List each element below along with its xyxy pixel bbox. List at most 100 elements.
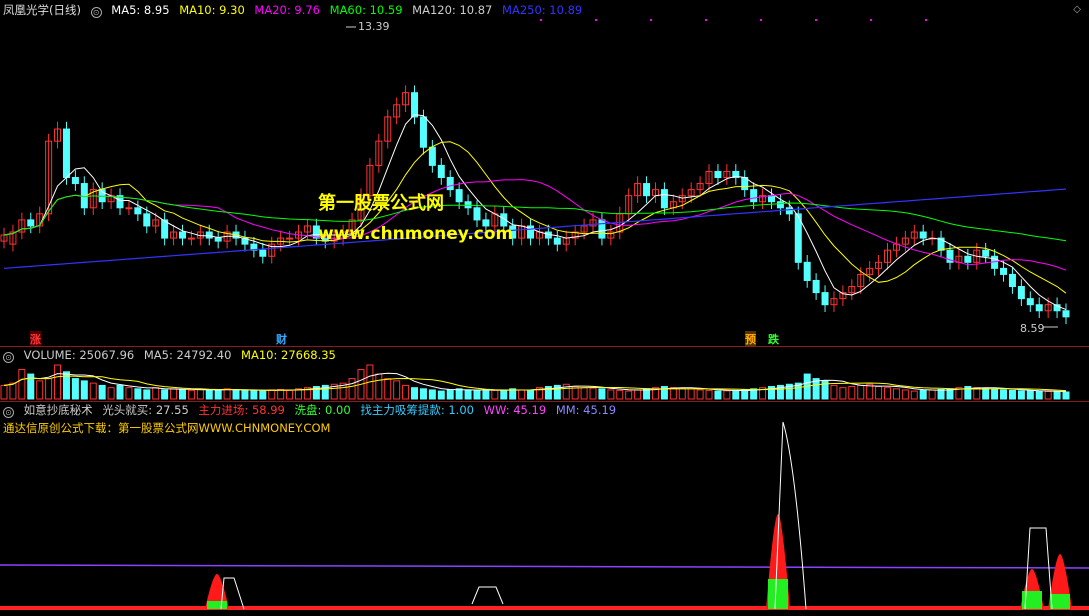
volume-bar bbox=[1017, 390, 1025, 400]
volume-bar bbox=[875, 386, 883, 400]
volume-bar bbox=[375, 373, 383, 400]
volume-bar bbox=[732, 389, 740, 400]
volume-bar bbox=[411, 387, 419, 400]
candle-body bbox=[812, 279, 820, 294]
volume-bar bbox=[866, 383, 874, 400]
candle-body bbox=[643, 183, 651, 197]
volume-bar bbox=[839, 387, 847, 400]
indicator-ww-line bbox=[0, 564, 1089, 569]
indicator-white-line bbox=[471, 586, 504, 605]
volume-bar bbox=[482, 390, 490, 400]
volume-bar bbox=[143, 389, 151, 400]
price-pane[interactable]: 凤凰光学(日线) ⊙ MA5: 8.95 MA10: 9.30 MA20: 9.… bbox=[0, 0, 1089, 347]
volume-bar bbox=[464, 389, 472, 400]
ma10-line bbox=[3, 141, 1067, 294]
volume-bar bbox=[1044, 391, 1052, 400]
signal-dot bbox=[870, 19, 872, 21]
candle-body bbox=[187, 237, 195, 240]
volume-bar bbox=[187, 389, 195, 400]
volume-bar bbox=[80, 380, 88, 400]
candle-body bbox=[62, 128, 70, 179]
candle-body bbox=[411, 92, 419, 118]
volume-bar bbox=[18, 369, 26, 400]
volume-bar bbox=[634, 389, 642, 400]
candle-body bbox=[419, 116, 427, 148]
ma5-line bbox=[3, 113, 1067, 311]
candle-body bbox=[750, 189, 758, 203]
candle-body bbox=[598, 219, 606, 239]
volume-bar bbox=[116, 384, 124, 400]
indicator-pane[interactable]: ⊙ 如意抄底秘术 光头就买: 27.55 主力进场: 58.99 洗盘: 0.0… bbox=[0, 402, 1089, 616]
volume-bar bbox=[152, 387, 160, 400]
volume-bar bbox=[241, 389, 249, 400]
volume-bar bbox=[277, 388, 285, 400]
candle-body bbox=[134, 207, 142, 215]
volume-bar bbox=[134, 388, 142, 400]
indicator-wash-bar bbox=[1050, 594, 1070, 609]
volume-bar bbox=[1053, 391, 1061, 400]
volume-bar bbox=[419, 388, 427, 400]
volume-bar bbox=[107, 387, 115, 400]
volume-bar bbox=[36, 380, 44, 400]
watermark-url: www.chnmoney.com bbox=[318, 224, 514, 244]
candle-body bbox=[660, 189, 668, 209]
volume-bar bbox=[98, 384, 106, 400]
volume-bar bbox=[1035, 390, 1043, 400]
volume-bar bbox=[1008, 389, 1016, 400]
volume-bar bbox=[580, 387, 588, 400]
volume-bar bbox=[232, 389, 240, 400]
candle-body bbox=[767, 195, 775, 203]
candle-body bbox=[1017, 286, 1025, 300]
high-price-label: 13.39 bbox=[358, 20, 390, 33]
volume-bar bbox=[455, 388, 463, 400]
volume-bar bbox=[616, 389, 624, 400]
price-chart bbox=[0, 19, 1070, 328]
candle-body bbox=[178, 231, 186, 239]
signal-dot bbox=[760, 19, 762, 21]
candle-body bbox=[27, 219, 35, 227]
volume-bar bbox=[500, 389, 508, 400]
volume-bar bbox=[161, 389, 169, 400]
candle-body bbox=[714, 170, 722, 178]
marker-die: 跌 bbox=[768, 333, 779, 346]
watermark-cn: 第一股票公式网 bbox=[318, 193, 444, 214]
candle-body bbox=[259, 249, 267, 257]
candle-body bbox=[286, 237, 294, 240]
volume-bar bbox=[402, 384, 410, 400]
candle-body bbox=[821, 292, 829, 306]
signal-dot bbox=[595, 19, 597, 21]
volume-bar bbox=[250, 390, 258, 400]
volume-bar bbox=[598, 388, 606, 400]
volume-bar bbox=[196, 388, 204, 400]
candle-body bbox=[428, 146, 436, 166]
candle-body bbox=[553, 237, 561, 245]
candle-body bbox=[1008, 273, 1016, 288]
volume-bar bbox=[607, 389, 615, 400]
candle-body bbox=[776, 201, 784, 209]
volume-bar bbox=[473, 389, 481, 400]
volume-bar bbox=[892, 388, 900, 400]
volume-bar bbox=[437, 390, 445, 400]
indicator-wash-bar bbox=[768, 579, 788, 609]
volume-bar bbox=[348, 378, 356, 400]
volume-bar bbox=[125, 387, 133, 400]
signal-dot bbox=[705, 19, 707, 21]
volume-bar bbox=[678, 387, 686, 400]
volume-bar bbox=[71, 378, 79, 400]
candle-body bbox=[437, 164, 445, 178]
volume-pane[interactable]: ⊙ VOLUME: 25067.96 MA5: 24792.40 MA10: 2… bbox=[0, 347, 1089, 401]
volume-ma5-line bbox=[3, 372, 1067, 392]
volume-bar bbox=[286, 389, 294, 400]
candle-body bbox=[1000, 267, 1008, 275]
volume-bar bbox=[901, 389, 909, 400]
candle-body bbox=[1035, 304, 1043, 312]
volume-bar bbox=[723, 390, 731, 400]
volume-bar bbox=[1062, 391, 1070, 400]
volume-chart bbox=[0, 364, 1070, 400]
volume-bar bbox=[848, 386, 856, 400]
signal-dot bbox=[925, 19, 927, 21]
candle-body bbox=[919, 231, 927, 239]
volume-bar bbox=[714, 390, 722, 400]
volume-bar bbox=[170, 388, 178, 400]
volume-bar bbox=[384, 378, 392, 400]
